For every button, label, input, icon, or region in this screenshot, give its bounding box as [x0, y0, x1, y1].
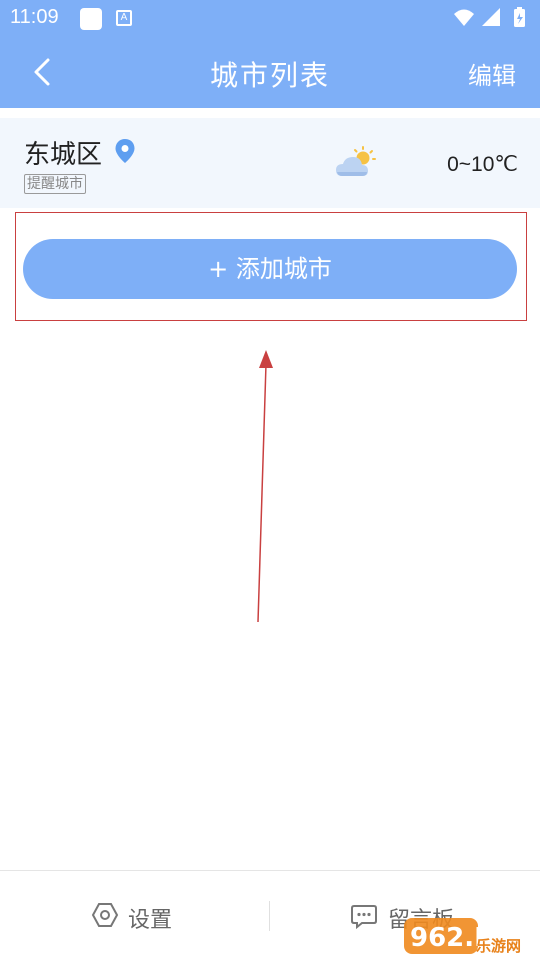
add-city-button[interactable]: + 添加城市: [23, 239, 517, 299]
edit-button[interactable]: 编辑: [468, 56, 516, 91]
signal-icon: [482, 8, 500, 26]
reminder-city-badge: 提醒城市: [24, 174, 86, 194]
battery-icon: [514, 7, 525, 27]
wifi-icon: [454, 9, 474, 26]
location-pin-icon: [115, 139, 135, 163]
city-name: 东城区: [24, 140, 103, 170]
city-list-screen: 11:09 A 城市列表 编辑 东城区 提醒城市 0~10℃ + 添加城市 设置…: [0, 0, 540, 960]
settings-button[interactable]: 设置: [128, 902, 172, 934]
keyboard-icon: A: [116, 10, 132, 26]
partly-cloudy-icon: [336, 146, 376, 176]
status-time: 11:09: [10, 6, 59, 28]
settings-icon[interactable]: [91, 901, 119, 929]
app-header: 城市列表 编辑: [0, 36, 540, 108]
city-list-item[interactable]: 东城区 提醒城市 0~10℃: [0, 118, 540, 208]
watermark-site-name: 乐游网: [476, 937, 522, 955]
divider: [269, 901, 270, 931]
status-icons: [452, 6, 530, 30]
temperature-range: 0~10℃: [447, 153, 518, 176]
status-bar: 11:09 A: [0, 0, 540, 36]
notification-icon: [80, 8, 102, 30]
page-title: 城市列表: [209, 59, 330, 92]
message-board-icon[interactable]: [350, 902, 378, 930]
